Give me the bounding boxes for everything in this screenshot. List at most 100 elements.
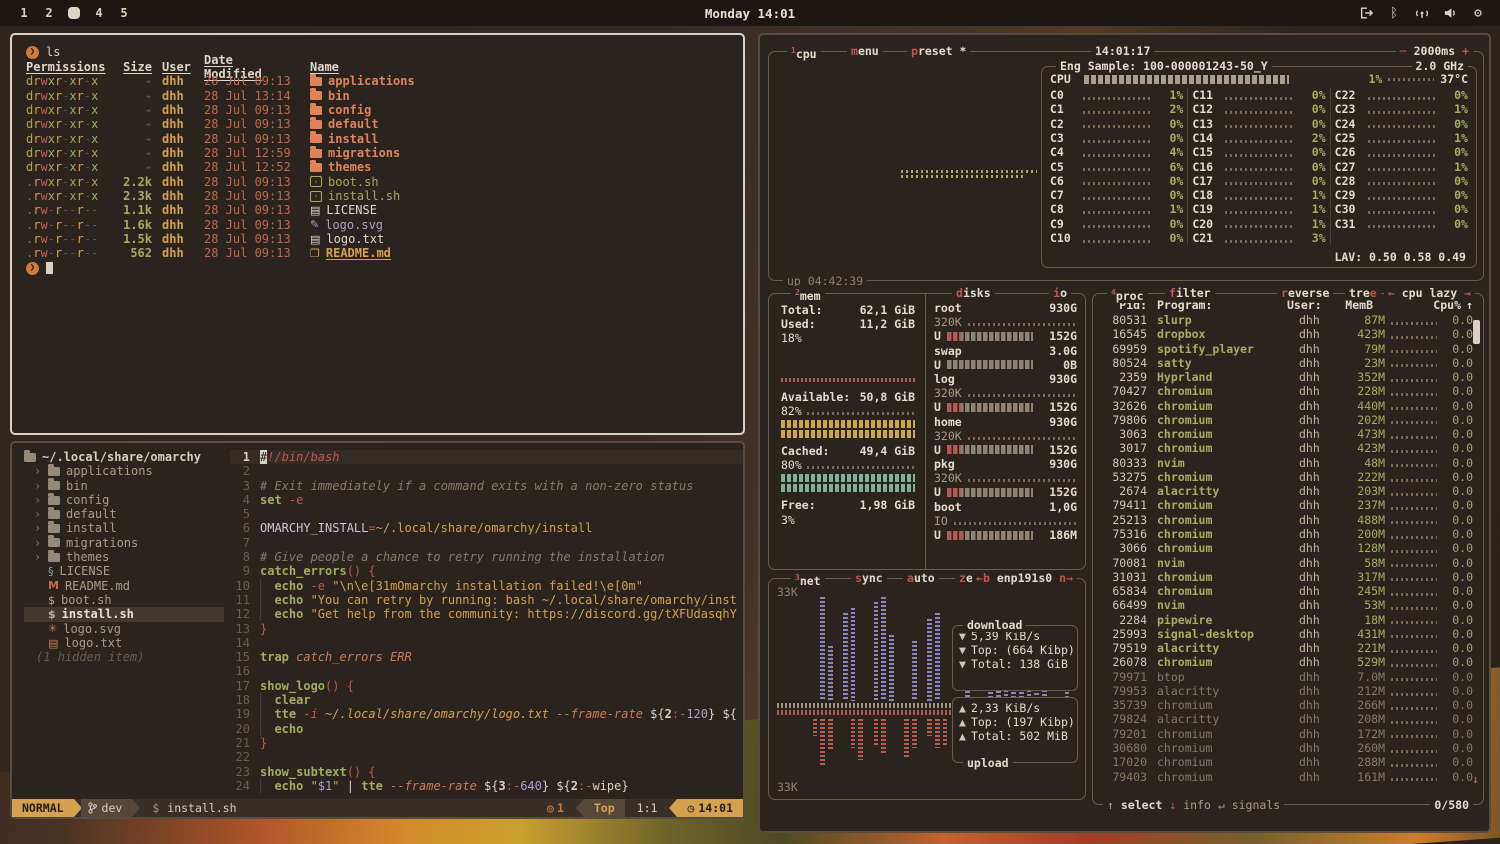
preset-button[interactable]: preset * [907, 44, 970, 58]
file-date: 28 Jul 09:13 [192, 232, 296, 246]
process-row[interactable]: 2359Hyprlanddhh352M0.0 [1093, 370, 1483, 384]
file-date: 28 Jul 13:14 [192, 89, 296, 103]
disk-name: swap [934, 344, 962, 358]
scroll-down-icon[interactable]: ↓ [1472, 772, 1479, 786]
line-number: 9 [230, 564, 260, 578]
prompt-arrow-icon: ❯ [26, 46, 39, 59]
tree-item-install.sh[interactable]: $install.sh [24, 607, 224, 621]
process-row[interactable]: 17020chromiumdhh288M0.0 [1093, 755, 1483, 769]
cpu-core-row: C170% [1192, 174, 1325, 188]
process-row[interactable]: 79201chromiumdhh172M0.0 [1093, 727, 1483, 741]
process-user: dhh [1299, 541, 1341, 555]
process-row[interactable]: 80524sattydhh23M0.0 [1093, 356, 1483, 370]
sort-direction-icon[interactable]: ↑ [1461, 298, 1473, 313]
tree-item-default[interactable]: ›default [24, 507, 230, 521]
tree-item-bin[interactable]: ›bin [24, 479, 230, 493]
process-row[interactable]: 65834chromiumdhh245M0.0 [1093, 584, 1483, 598]
auto-toggle[interactable]: auto [903, 571, 939, 585]
proc-scrollbar[interactable] [1473, 320, 1480, 344]
signals-action[interactable]: signals [1232, 798, 1280, 812]
folder-icon [48, 538, 60, 547]
process-row[interactable]: 16545dropboxdhh423M0.0 [1093, 327, 1483, 341]
disk-name: log [934, 372, 955, 386]
code-editor[interactable]: 1#!/bin/bash23# Exit immediately if a co… [230, 443, 743, 799]
prompt-line-empty[interactable]: ❯ [26, 261, 729, 276]
tree-toggle[interactable]: tree [1345, 286, 1381, 300]
process-row[interactable]: 70427chromiumdhh228M0.0 [1093, 384, 1483, 398]
core-id: C2 [1050, 117, 1078, 131]
filter-button[interactable]: filter [1165, 286, 1215, 300]
process-row[interactable]: 53275chromiumdhh222M0.0 [1093, 470, 1483, 484]
process-row[interactable]: 25993signal-desktopdhh431M0.0 [1093, 627, 1483, 641]
process-row[interactable]: 30680chromiumdhh260M0.0 [1093, 741, 1483, 755]
core-meter [1225, 140, 1294, 143]
tree-item-applications[interactable]: ›applications [24, 464, 230, 478]
process-row[interactable]: 79953alacrittydhh212M0.0 [1093, 684, 1483, 698]
process-name: chromium [1147, 698, 1299, 712]
code-line: 24▏ echo "$1" | tte --frame-rate ${3:-64… [230, 779, 743, 793]
tab-io[interactable]: io [1049, 286, 1071, 300]
process-row[interactable]: 75316chromiumdhh200M0.0 [1093, 527, 1483, 541]
tree-item-boot.sh[interactable]: $boot.sh [24, 593, 230, 607]
net-interface[interactable]: ←b enp191s0 n→ [972, 571, 1077, 585]
reverse-toggle[interactable]: reverse [1277, 286, 1333, 300]
process-pid: 79806 [1101, 413, 1147, 427]
process-row[interactable]: 25213chromiumdhh488M0.0 [1093, 513, 1483, 527]
file-tree-root[interactable]: ~/.local/share/omarchy [24, 450, 230, 464]
disk-name-row: log930G [934, 372, 1077, 386]
select-action[interactable]: select [1121, 798, 1163, 812]
file-owner: dhh [152, 103, 192, 117]
process-row[interactable]: 26078chromiumdhh529M0.0 [1093, 655, 1483, 669]
process-user: dhh [1299, 384, 1341, 398]
file-date: 28 Jul 09:13 [192, 117, 296, 131]
process-row[interactable]: 3066chromiumdhh128M0.0 [1093, 541, 1483, 555]
process-row[interactable]: 79806chromiumdhh202M0.0 [1093, 413, 1483, 427]
process-row[interactable]: 2284pipewiredhh18M0.0 [1093, 613, 1483, 627]
process-row[interactable]: 2674alacrittydhh203M0.0 [1093, 484, 1483, 498]
process-row[interactable]: 31031chromiumdhh317M0.0 [1093, 570, 1483, 584]
process-row[interactable]: 79403chromiumdhh161M0.0 [1093, 770, 1483, 784]
tab-cpu[interactable]: 1cpu [787, 44, 821, 61]
process-row[interactable]: 79411chromiumdhh237M0.0 [1093, 498, 1483, 512]
process-mem: 288M [1341, 755, 1385, 769]
disk-used-meter [947, 488, 1033, 497]
ls-row: drwxr-xr-x-dhh28 Jul 12:59migrations [26, 146, 729, 160]
file-size: 1.6k [112, 218, 152, 232]
folder-icon [48, 524, 60, 533]
process-row[interactable]: 79971btopdhh7.0M0.0 [1093, 670, 1483, 684]
process-row[interactable]: 66499nvimdhh53M0.0 [1093, 598, 1483, 612]
process-row[interactable]: 32626chromiumdhh440M0.0 [1093, 399, 1483, 413]
tab-disks[interactable]: disks [952, 286, 995, 300]
process-row[interactable]: 35739chromiumdhh266M0.0 [1093, 698, 1483, 712]
proc-footer: ↑ select ↓ info ↵ signals [1103, 798, 1284, 812]
process-row[interactable]: 3017chromiumdhh423M0.0 [1093, 441, 1483, 455]
tree-item-logo.txt[interactable]: ▤logo.txt [24, 636, 230, 650]
update-interval[interactable]: ─ 2000ms + [1396, 44, 1473, 58]
cpu-core-row: C160% [1192, 159, 1325, 173]
process-row[interactable]: 69959spotify_playerdhh79M0.0 [1093, 342, 1483, 356]
core-id: C25 [1335, 131, 1363, 145]
process-cpu: 0.0 [1437, 356, 1473, 370]
sort-selector[interactable]: ← cpu lazy → [1384, 286, 1475, 300]
proc-box: 4proc filter reverse tree ← cpu lazy → P… [1092, 293, 1484, 805]
ls-row: drwxr-xr-x-dhh28 Jul 09:13default [26, 117, 729, 131]
process-row[interactable]: 3063chromiumdhh473M0.0 [1093, 427, 1483, 441]
info-action[interactable]: info [1183, 798, 1211, 812]
process-row[interactable]: 80333nvimdhh48M0.0 [1093, 456, 1483, 470]
tree-item-README.md[interactable]: MREADME.md [24, 579, 230, 593]
tree-item-LICENSE[interactable]: §LICENSE [24, 564, 230, 578]
tree-item-config[interactable]: ›config [24, 493, 230, 507]
tree-item-install[interactable]: ›install [24, 521, 230, 535]
sync-toggle[interactable]: sync [851, 571, 887, 585]
tree-item-migrations[interactable]: ›migrations [24, 536, 230, 550]
process-row[interactable]: 79824alacrittydhh208M0.0 [1093, 712, 1483, 726]
process-row[interactable]: 80531slurpdhh87M0.0 [1093, 313, 1483, 327]
menu-button[interactable]: menu [847, 44, 883, 58]
disk-used-row: U186M [934, 528, 1077, 542]
tree-item-themes[interactable]: ›themes [24, 550, 230, 564]
tree-item-logo.svg[interactable]: ✳logo.svg [24, 622, 230, 636]
diagnostics-badge: ◎ 1 [547, 801, 576, 815]
tab-proc[interactable]: 4proc [1107, 286, 1148, 303]
process-row[interactable]: 79519alacrittydhh221M0.0 [1093, 641, 1483, 655]
process-row[interactable]: 70081nvimdhh58M0.0 [1093, 556, 1483, 570]
